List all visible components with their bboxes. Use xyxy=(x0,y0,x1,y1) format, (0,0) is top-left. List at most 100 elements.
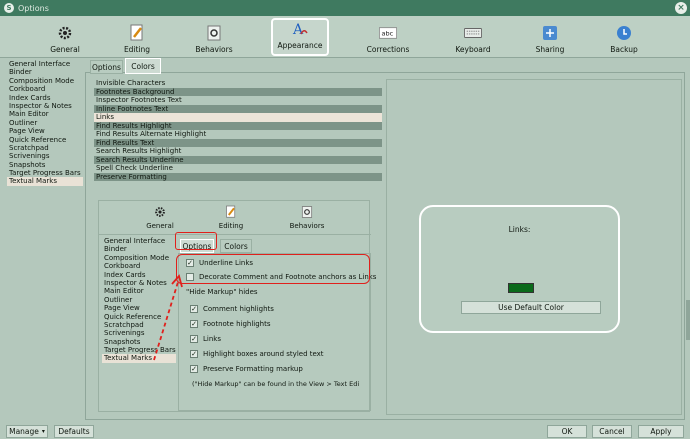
close-icon[interactable]: × xyxy=(675,2,687,14)
toolbar-appearance[interactable]: A Appearance xyxy=(271,18,329,56)
sidebar-item[interactable]: Outliner xyxy=(7,119,83,127)
links-preview-box: Links: Use Default Color xyxy=(419,205,620,333)
gear-icon xyxy=(145,205,175,219)
sidebar-item[interactable]: Scratchpad xyxy=(7,144,83,152)
color-item[interactable]: Spell Check Underline xyxy=(94,164,382,173)
sidebar-item[interactable]: Target Progress Bars xyxy=(7,169,83,177)
chevron-down-icon: ▾ xyxy=(41,428,45,435)
toolbar-label: Sharing xyxy=(535,45,565,54)
sharing-icon xyxy=(541,24,559,42)
color-item[interactable]: Footnotes Background xyxy=(94,87,382,96)
title-bar: S Options × xyxy=(0,0,690,16)
color-item[interactable]: Invisible Characters xyxy=(94,79,382,88)
gear-icon xyxy=(56,24,74,42)
color-item[interactable]: Find Results Alternate Highlight xyxy=(94,130,382,139)
inner-sidebar-item: Binder xyxy=(104,245,127,254)
hide-item: ✓ Footnote highlights xyxy=(190,320,271,328)
toolbar-label: General xyxy=(50,45,80,54)
toolbar-backup[interactable]: Backup xyxy=(606,16,642,58)
checkbox-checked: ✓ xyxy=(190,305,198,313)
toolbar-corrections[interactable]: abc Corrections xyxy=(364,16,412,58)
options-sidebar: General Interface Binder Composition Mod… xyxy=(7,60,83,186)
checkbox-checked: ✓ xyxy=(190,350,198,358)
checkbox-checked: ✓ xyxy=(190,365,198,373)
pencil-icon xyxy=(216,205,246,219)
toolbar-keyboard[interactable]: Keyboard xyxy=(452,16,494,58)
option-label: Footnote highlights xyxy=(203,320,271,328)
options-toolbar: General Editing Behaviors A Appearance a… xyxy=(0,16,690,58)
tab-colors[interactable]: Colors xyxy=(125,58,161,74)
sidebar-item[interactable]: Main Editor xyxy=(7,110,83,118)
sidebar-item[interactable]: Snapshots xyxy=(7,161,83,169)
inner-toolbar-general[interactable]: General xyxy=(145,205,175,230)
checkbox-checked: ✓ xyxy=(190,320,198,328)
svg-text:A: A xyxy=(292,22,304,38)
hide-markup-heading: "Hide Markup" hides xyxy=(186,288,258,296)
gears-icon xyxy=(205,24,223,42)
inner-tab-colors: Colors xyxy=(220,239,252,253)
cancel-button[interactable]: Cancel xyxy=(592,425,632,438)
sidebar-item[interactable]: Quick Reference xyxy=(7,136,83,144)
inner-toolbar-editing[interactable]: Editing xyxy=(216,205,246,230)
inner-toolbar-label: Behaviors xyxy=(289,222,325,230)
checkbox-checked: ✓ xyxy=(190,335,198,343)
sidebar-item[interactable]: Inspector & Notes xyxy=(7,102,83,110)
inner-sidebar-item: Corkboard xyxy=(104,262,141,271)
inner-dialog-screenshot: General Editing Behaviors General Interf… xyxy=(98,200,376,412)
sidebar-item[interactable]: Binder xyxy=(7,68,83,76)
sidebar-item[interactable]: Composition Mode xyxy=(7,77,83,85)
toolbar-sharing[interactable]: Sharing xyxy=(532,16,568,58)
toolbar-general[interactable]: General xyxy=(46,16,84,58)
sidebar-item-textual-marks[interactable]: Textual Marks xyxy=(7,177,83,186)
color-item-links[interactable]: Links xyxy=(94,113,382,122)
backup-icon xyxy=(615,24,633,42)
toolbar-label: Backup xyxy=(610,45,638,54)
option-label: Links xyxy=(203,335,221,343)
color-item[interactable]: Search Results Highlight xyxy=(94,147,382,156)
inner-toolbar-label: Editing xyxy=(218,222,244,230)
color-item[interactable]: Inspector Footnotes Text xyxy=(94,96,382,105)
sidebar-item[interactable]: Index Cards xyxy=(7,94,83,102)
manage-button[interactable]: Manage ▾ xyxy=(6,425,48,438)
preview-label: Links: xyxy=(508,225,531,234)
window-title: Options xyxy=(18,3,49,13)
sidebar-item[interactable]: General Interface xyxy=(7,60,83,68)
hide-item: ✓ Links xyxy=(190,335,221,343)
use-default-color-button[interactable]: Use Default Color xyxy=(461,301,601,314)
sidebar-item[interactable]: Corkboard xyxy=(7,85,83,93)
option-label: Highlight boxes around styled text xyxy=(203,350,324,358)
color-item[interactable]: Inline Footnotes Text xyxy=(94,104,382,113)
manage-label: Manage xyxy=(9,427,39,436)
annotation-options-tab-box xyxy=(175,232,217,250)
ok-button[interactable]: OK xyxy=(547,425,587,438)
color-item[interactable]: Preserve Formatting xyxy=(94,172,382,181)
color-item[interactable]: Search Results Underline xyxy=(94,155,382,164)
defaults-button[interactable]: Defaults xyxy=(54,425,94,438)
color-item[interactable]: Find Results Highlight xyxy=(94,121,382,130)
keyboard-icon xyxy=(464,24,482,42)
pencil-icon xyxy=(128,24,146,42)
resize-handle[interactable] xyxy=(686,300,690,340)
color-item[interactable]: Find Results Text xyxy=(94,138,382,147)
inner-toolbar-behaviors[interactable]: Behaviors xyxy=(287,205,327,230)
hide-item: ✓ Preserve Formatting markup xyxy=(190,365,303,373)
inner-sidebar-item: General Interface xyxy=(104,237,166,245)
app-icon: S xyxy=(4,3,14,13)
tab-options[interactable]: Options xyxy=(90,60,123,74)
option-label: Comment highlights xyxy=(203,305,274,313)
sidebar-item[interactable]: Scrivenings xyxy=(7,152,83,160)
hide-item: ✓ Comment highlights xyxy=(190,305,274,313)
appearance-icon: A xyxy=(291,20,309,38)
annotation-link-options-box xyxy=(176,254,370,284)
inner-toolbar-divider xyxy=(99,234,371,235)
hide-markup-note: ("Hide Markup" can be found in the View … xyxy=(192,380,360,388)
sidebar-item[interactable]: Page View xyxy=(7,127,83,135)
abc-icon: abc xyxy=(379,24,397,42)
toolbar-label: Behaviors xyxy=(195,45,233,54)
gears-icon xyxy=(287,205,327,219)
hide-item: ✓ Highlight boxes around styled text xyxy=(190,350,324,358)
toolbar-editing[interactable]: Editing xyxy=(118,16,156,58)
toolbar-behaviors[interactable]: Behaviors xyxy=(192,16,236,58)
apply-button[interactable]: Apply xyxy=(638,425,684,438)
color-swatch[interactable] xyxy=(508,283,534,293)
